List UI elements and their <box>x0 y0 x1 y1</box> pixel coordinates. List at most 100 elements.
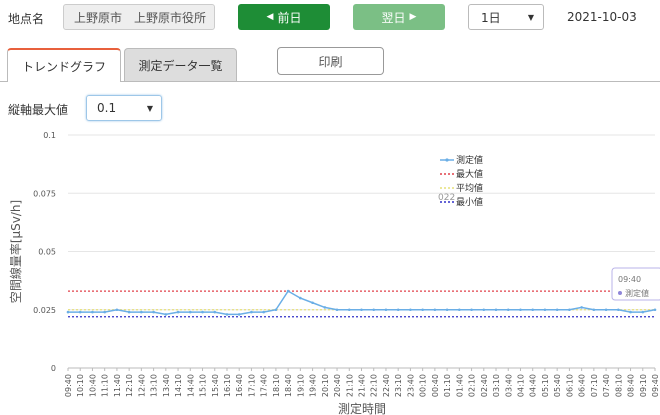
x-tick-label: 11:40 <box>113 374 122 397</box>
x-tick-label: 17:10 <box>247 374 256 397</box>
x-tick-label: 12:40 <box>137 374 146 397</box>
trend-chart: 00.0250.050.0750.109:40 10:10 10:40 11:10 11… <box>8 131 660 415</box>
measured-point <box>641 310 645 314</box>
x-tick-label: 18:40 <box>284 374 293 397</box>
measured-point <box>531 308 535 312</box>
measured-point <box>286 289 290 293</box>
measured-point <box>274 308 278 312</box>
x-tick-label: 16:10 <box>223 374 232 397</box>
x-tick-label: 07:10 <box>590 374 599 397</box>
x-tick-label: 00:40 <box>431 374 440 397</box>
measured-point <box>543 308 547 312</box>
measured-point <box>103 310 106 314</box>
x-tick-label: 19:40 <box>309 374 318 397</box>
measured-point <box>152 310 155 314</box>
x-tick-label: 02:10 <box>468 374 477 397</box>
measured-point <box>78 310 82 314</box>
y-axis-title: 空間線量率[μSv/h] <box>8 200 23 303</box>
x-tick-label: 07:40 <box>602 374 611 397</box>
x-tick-label: 00:10 <box>419 374 428 397</box>
y-tick-label: 0 <box>51 364 56 373</box>
x-tick-label: 20:10 <box>321 374 330 397</box>
x-tick-label: 08:10 <box>614 374 623 397</box>
x-tick-label: 16:40 <box>235 374 244 397</box>
x-tick-label: 14:10 <box>174 374 183 397</box>
measured-point <box>555 308 559 312</box>
x-tick-label: 08:40 <box>627 374 636 397</box>
measured-point <box>299 296 302 300</box>
measured-point <box>311 301 314 305</box>
measured-point <box>225 313 229 316</box>
x-tick-label: 04:10 <box>516 374 525 397</box>
measured-point <box>127 310 131 314</box>
x-tick-label: 02:40 <box>480 374 489 397</box>
x-tick-label: 01:40 <box>455 374 464 397</box>
measured-point <box>164 313 168 316</box>
measured-point <box>360 308 363 312</box>
x-tick-label: 14:40 <box>186 374 195 397</box>
measured-point <box>91 310 94 314</box>
x-axis-title: 測定時間 <box>338 401 386 415</box>
y-tick-label: 0.1 <box>43 131 56 140</box>
x-tick-label: 12:10 <box>125 374 134 397</box>
x-tick-label: 15:10 <box>199 374 208 397</box>
measured-point <box>201 310 204 314</box>
measured-point <box>262 310 265 314</box>
x-tick-label: 23:40 <box>406 374 415 397</box>
x-tick-label: 10:40 <box>88 374 97 397</box>
measured-point <box>445 308 449 312</box>
x-tick-label: 13:10 <box>150 374 159 397</box>
x-tick-label: 21:10 <box>345 374 354 397</box>
x-tick-label: 18:10 <box>272 374 281 397</box>
measured-point <box>396 308 400 312</box>
x-tick-label: 11:10 <box>101 374 110 397</box>
legend-entry: 測定値 <box>456 154 483 166</box>
x-tick-label: 09:40 <box>64 374 73 397</box>
measured-point <box>250 310 253 314</box>
measured-point <box>580 306 583 309</box>
x-tick-label: 13:40 <box>162 374 171 397</box>
x-tick-label: 03:40 <box>504 374 513 397</box>
measured-point <box>140 310 143 314</box>
measured-point <box>347 308 351 312</box>
legend-swatch-dot <box>445 158 449 162</box>
x-tick-label: 15:40 <box>211 374 220 397</box>
measured-point <box>335 308 339 312</box>
legend-entry: 平均値 <box>456 182 483 194</box>
legend-entry: 最大値 <box>456 168 483 180</box>
x-tick-label: 03:10 <box>492 374 501 397</box>
measured-point <box>604 308 608 312</box>
measured-point <box>176 310 180 314</box>
measured-point <box>409 308 412 312</box>
x-tick-label: 04:40 <box>529 374 538 397</box>
x-tick-label: 19:10 <box>296 374 305 397</box>
x-tick-label: 20:40 <box>333 374 342 397</box>
x-tick-label: 17:40 <box>260 374 269 397</box>
x-tick-label: 10:10 <box>76 374 85 397</box>
x-tick-label: 23:10 <box>394 374 403 397</box>
measured-point <box>506 308 510 312</box>
measured-point <box>372 308 376 312</box>
measured-point <box>617 308 620 312</box>
tooltip-marker <box>618 291 622 295</box>
measured-point <box>384 308 388 312</box>
x-tick-label: 09:10 <box>639 374 648 397</box>
x-tick-label: 06:10 <box>565 374 574 397</box>
measured-point <box>482 308 486 312</box>
legend-partial-value: 022 <box>438 193 455 203</box>
measured-point <box>470 308 473 312</box>
measured-point <box>458 308 461 312</box>
measured-point <box>421 308 424 312</box>
measured-point <box>188 310 192 314</box>
x-tick-label: 06:40 <box>578 374 587 397</box>
y-tick-label: 0.025 <box>33 306 56 315</box>
measured-point <box>519 308 522 312</box>
legend-entry: 最小値 <box>456 196 483 208</box>
measured-point <box>213 310 217 314</box>
measured-point <box>115 308 119 312</box>
y-tick-label: 0.05 <box>38 248 56 257</box>
measured-point <box>568 308 571 312</box>
measured-point <box>653 308 657 312</box>
x-tick-label: 09:40 <box>651 374 660 397</box>
x-tick-label: 01:10 <box>443 374 452 397</box>
